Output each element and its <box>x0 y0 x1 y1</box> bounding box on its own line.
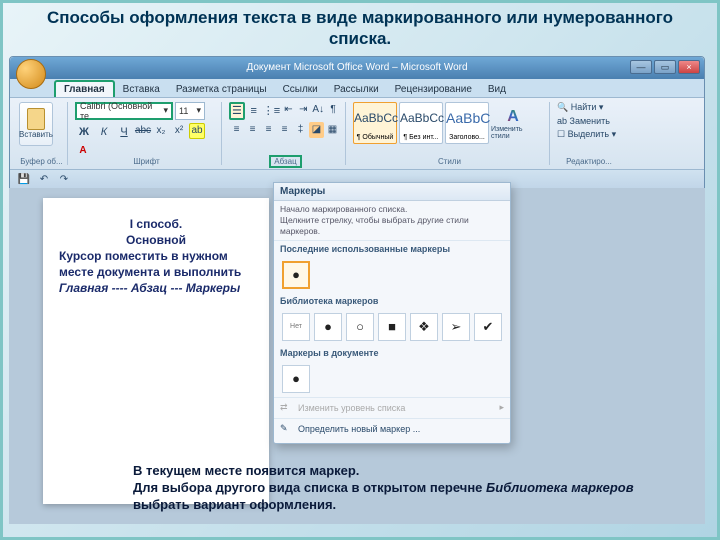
ribbon: Вставить Буфер об... Calibri (Основной т… <box>10 97 704 169</box>
replace-button[interactable]: ab Заменить <box>557 116 619 126</box>
shading-button[interactable]: ◪ <box>309 122 324 138</box>
define-icon: ✎ <box>280 423 292 435</box>
outdent-button[interactable]: ⇤ <box>281 102 295 118</box>
section-in-doc: Маркеры в документе <box>274 345 510 361</box>
redo-icon[interactable]: ↷ <box>56 171 72 187</box>
align-center-button[interactable]: ≡ <box>245 122 260 138</box>
group-clipboard-label: Буфер об... <box>16 157 67 166</box>
tab-home[interactable]: Главная <box>54 80 115 97</box>
subscript-button[interactable]: x₂ <box>153 123 169 139</box>
tab-insert[interactable]: Вставка <box>115 82 168 97</box>
caption-text: В текущем месте появится маркер. Для выб… <box>133 463 673 514</box>
ribbon-tabs: Главная Вставка Разметка страницы Ссылки… <box>10 79 704 97</box>
show-marks-button[interactable]: ¶ <box>326 102 340 118</box>
marker-square[interactable]: ■ <box>378 313 406 341</box>
font-name-combo[interactable]: Calibri (Основной те▾ <box>75 102 173 120</box>
minimize-button[interactable]: — <box>630 60 652 74</box>
marker-arrow[interactable]: ➢ <box>442 313 470 341</box>
undo-icon[interactable]: ↶ <box>36 171 52 187</box>
justify-button[interactable]: ≡ <box>277 122 292 138</box>
align-right-button[interactable]: ≡ <box>261 122 276 138</box>
group-editing-label: Редактиро... <box>554 157 624 166</box>
dropdown-title: Маркеры <box>274 183 510 201</box>
group-styles-label: Стили <box>350 157 549 166</box>
dropdown-hint: Начало маркированного списка. Щелкните с… <box>274 201 510 241</box>
save-icon[interactable]: 💾 <box>16 171 32 187</box>
clipboard-icon <box>27 108 45 130</box>
highlight-button[interactable]: ab <box>189 123 205 139</box>
marker-in-doc-bullet[interactable]: ● <box>282 365 310 393</box>
marker-circle[interactable]: ○ <box>346 313 374 341</box>
office-button[interactable] <box>16 59 46 89</box>
window-titlebar: Документ Microsoft Office Word – Microso… <box>10 57 704 79</box>
method-body-1: Курсор поместить в нужном месте документ… <box>59 248 253 280</box>
sort-button[interactable]: A↓ <box>311 102 325 118</box>
close-button[interactable]: × <box>678 60 700 74</box>
multilevel-button[interactable]: ⋮≡ <box>262 102 280 120</box>
marker-disc[interactable]: ● <box>314 313 342 341</box>
superscript-button[interactable]: x² <box>171 123 187 139</box>
slide-title: Способы оформления текста в виде маркиро… <box>13 7 707 50</box>
caption-line-2: Для выбора другого вида списка в открыто… <box>133 480 673 514</box>
indent-button[interactable]: ⇥ <box>296 102 310 118</box>
line-spacing-button[interactable]: ‡ <box>293 122 308 138</box>
bullets-dropdown: Маркеры Начало маркированного списка. Ще… <box>273 182 511 444</box>
group-paragraph-label: Абзац <box>269 155 301 168</box>
change-styles-button[interactable]: AИзменить стили <box>491 102 535 146</box>
style-heading[interactable]: AaBbCЗаголово... <box>445 102 489 144</box>
section-recent: Последние использованные маркеры <box>274 241 510 257</box>
style-normal[interactable]: AaBbCcDc¶ Обычный <box>353 102 397 144</box>
window-title: Документ Microsoft Office Word – Microso… <box>246 62 467 73</box>
numbering-button[interactable]: ≡ <box>246 102 262 120</box>
underline-button[interactable]: Ч <box>115 123 133 141</box>
style-no-spacing[interactable]: AaBbCcDc¶ Без инт... <box>399 102 443 144</box>
tab-mailings[interactable]: Рассылки <box>326 82 387 97</box>
marker-recent-bullet[interactable]: ● <box>282 261 310 289</box>
borders-button[interactable]: ▦ <box>325 122 340 138</box>
marker-none[interactable]: Нет <box>282 313 310 341</box>
level-icon: ⇄ <box>280 402 292 414</box>
document-area: I способ. Основной Курсор поместить в ну… <box>9 188 705 524</box>
document-page: I способ. Основной Курсор поместить в ну… <box>43 198 269 504</box>
tab-view[interactable]: Вид <box>480 82 514 97</box>
strike-button[interactable]: abc <box>135 123 151 139</box>
caption-line-1: В текущем месте появится маркер. <box>133 463 673 480</box>
marker-diamond4[interactable]: ❖ <box>410 313 438 341</box>
maximize-button[interactable]: ▭ <box>654 60 676 74</box>
tab-layout[interactable]: Разметка страницы <box>168 82 275 97</box>
define-new-marker-item[interactable]: ✎ Определить новый маркер ... <box>274 418 510 439</box>
tab-references[interactable]: Ссылки <box>275 82 326 97</box>
find-button[interactable]: 🔍 Найти ▾ <box>557 102 619 113</box>
select-button[interactable]: ☐ Выделить ▾ <box>557 129 619 140</box>
font-size-combo[interactable]: 11▾ <box>175 102 205 120</box>
tab-review[interactable]: Рецензирование <box>387 82 480 97</box>
marker-check[interactable]: ✔ <box>474 313 502 341</box>
paste-button[interactable]: Вставить <box>19 102 53 146</box>
bold-button[interactable]: Ж <box>75 123 93 141</box>
method-body-2: Главная ---- Абзац --- Маркеры <box>59 281 240 295</box>
italic-button[interactable]: К <box>95 123 113 141</box>
section-library: Библиотека маркеров <box>274 293 510 309</box>
align-left-button[interactable]: ≡ <box>229 122 244 138</box>
bullets-button[interactable]: ☰ <box>229 102 245 120</box>
method-heading-2: Основной <box>59 232 253 248</box>
word-window: Документ Microsoft Office Word – Microso… <box>9 56 705 188</box>
group-font-label: Шрифт <box>72 157 221 166</box>
paste-label: Вставить <box>19 130 53 139</box>
method-heading-1: I способ. <box>59 216 253 232</box>
change-level-item[interactable]: ⇄ Изменить уровень списка▸ <box>274 397 510 418</box>
